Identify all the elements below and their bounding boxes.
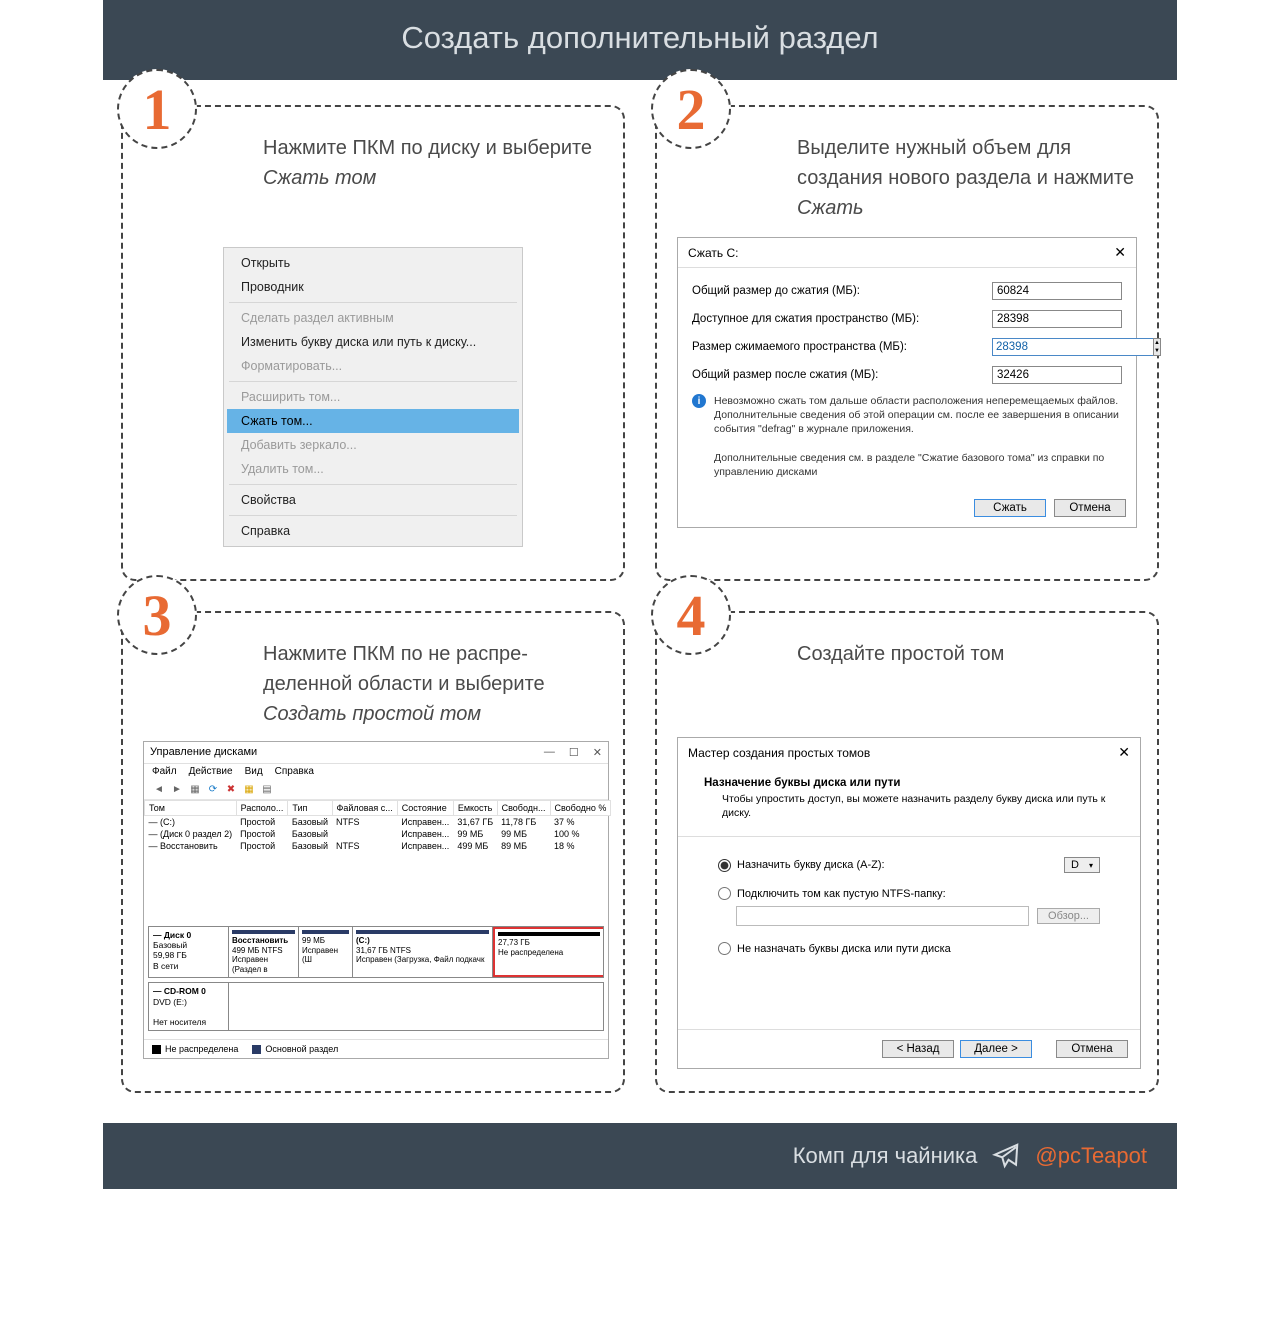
footer-handle[interactable]: @pcTeapot bbox=[1035, 1143, 1147, 1169]
back-icon[interactable]: ◄ bbox=[152, 782, 166, 796]
disk-0-row: — Диск 0 Базовый 59,98 ГБ В сети Восстан… bbox=[148, 926, 604, 978]
context-menu: Открыть Проводник Сделать раздел активны… bbox=[223, 247, 523, 547]
next-button[interactable]: Далее > bbox=[960, 1040, 1032, 1058]
ctx-make-active: Сделать раздел активным bbox=[227, 306, 519, 330]
lbl-total: Общий размер до сжатия (МБ): bbox=[692, 285, 992, 297]
ctx-open[interactable]: Открыть bbox=[227, 251, 519, 275]
wizard-subheading: Чтобы упростить доступ, вы можете назнач… bbox=[722, 793, 1124, 820]
volume-table: Том Располо... Тип Файловая с... Состоян… bbox=[144, 800, 611, 852]
disk-management-window: Управление дисками — ☐ ✕ Файл Действие В… bbox=[143, 741, 609, 1059]
lbl-after: Общий размер после сжатия (МБ): bbox=[692, 369, 992, 381]
back-button[interactable]: < Назад bbox=[882, 1040, 954, 1058]
shrink-input[interactable] bbox=[992, 338, 1153, 356]
menu-file[interactable]: Файл bbox=[152, 766, 177, 777]
ctx-properties[interactable]: Свойства bbox=[227, 488, 519, 512]
step-2-number: 2 bbox=[651, 69, 731, 149]
val-avail bbox=[992, 310, 1122, 328]
info-icon: i bbox=[692, 394, 706, 408]
step-2-desc: Выделите нужный объем для создания новог… bbox=[797, 127, 1137, 223]
wizard-heading: Назначение буквы диска или пути bbox=[704, 777, 1124, 789]
cancel-button[interactable]: Отмена bbox=[1056, 1040, 1128, 1058]
step-1-number: 1 bbox=[117, 69, 197, 149]
step-4-card: 4 Создайте простой том Мастер создания п… bbox=[655, 611, 1159, 1093]
spinner-buttons[interactable]: ▲▼ bbox=[1153, 338, 1161, 356]
ctx-mirror: Добавить зеркало... bbox=[227, 433, 519, 457]
ctx-explorer[interactable]: Проводник bbox=[227, 275, 519, 299]
partition-system[interactable]: 99 МБИсправен (Ш bbox=[299, 927, 353, 977]
shrink-dialog: Сжать C: ✕ Общий размер до сжатия (МБ): … bbox=[677, 237, 1137, 528]
ctx-help[interactable]: Справка bbox=[227, 519, 519, 543]
shrink-button[interactable]: Сжать bbox=[974, 499, 1046, 517]
radio-assign-letter[interactable] bbox=[718, 859, 731, 872]
table-row[interactable]: — (Диск 0 раздел 2)ПростойБазовыйИсправе… bbox=[145, 828, 611, 840]
cdrom-row: — CD-ROM 0 DVD (E:) Нет носителя bbox=[148, 982, 604, 1031]
ctx-shrink[interactable]: Сжать том... bbox=[227, 409, 519, 433]
step-1-card: 1 Нажмите ПКМ по диску и выберите Сжать … bbox=[121, 105, 625, 581]
browse-button[interactable]: Обзор... bbox=[1037, 908, 1100, 924]
table-row[interactable]: — (C:)ПростойБазовыйNTFSИсправен...31,67… bbox=[145, 816, 611, 829]
toolbar: ◄ ► ▦ ⟳ ✖ ▦ ▤ bbox=[144, 779, 608, 800]
step-3-card: 3 Нажмите ПКМ по не распре­деленной обла… bbox=[121, 611, 625, 1093]
stop-icon[interactable]: ✖ bbox=[224, 782, 238, 796]
lbl-avail: Доступное для сжатия пространство (МБ): bbox=[692, 313, 992, 325]
maximize-icon[interactable]: ☐ bbox=[569, 746, 579, 759]
opt2-icon[interactable]: ▤ bbox=[260, 782, 274, 796]
val-after bbox=[992, 366, 1122, 384]
wizard-dialog: Мастер создания простых томов ✕ Назначен… bbox=[677, 737, 1141, 1069]
close-icon[interactable]: ✕ bbox=[593, 746, 602, 759]
drive-letter-select[interactable]: D▾ bbox=[1064, 857, 1100, 873]
info-text-1: Невозможно сжать том дальше области расп… bbox=[714, 394, 1122, 437]
step-4-desc: Создайте простой том bbox=[797, 633, 1137, 723]
ctx-format: Форматировать... bbox=[227, 354, 519, 378]
step-4-number: 4 bbox=[651, 575, 731, 655]
ctx-delete: Удалить том... bbox=[227, 457, 519, 481]
step-1-desc: Нажмите ПКМ по диску и выберите Сжать то… bbox=[263, 127, 603, 217]
cancel-button[interactable]: Отмена bbox=[1054, 499, 1126, 517]
radio-no-letter[interactable] bbox=[718, 942, 731, 955]
menu-action[interactable]: Действие bbox=[189, 766, 233, 777]
table-row[interactable]: — ВосстановитьПростойБазовыйNTFSИсправен… bbox=[145, 840, 611, 852]
radio-mount-folder[interactable] bbox=[718, 887, 731, 900]
opt-icon[interactable]: ▦ bbox=[242, 782, 256, 796]
footer: Комп для чайника @pcTeapot bbox=[103, 1123, 1177, 1189]
close-icon[interactable]: ✕ bbox=[1114, 244, 1126, 261]
legend-unalloc: Не распределена bbox=[152, 1044, 238, 1054]
step-2-card: 2 Выделите нужный объем для создания нов… bbox=[655, 105, 1159, 581]
folder-path-input[interactable] bbox=[736, 906, 1029, 926]
partition-recovery[interactable]: Восстановить499 МБ NTFSИсправен (Раздел … bbox=[229, 927, 299, 977]
telegram-icon bbox=[991, 1141, 1021, 1171]
refresh-icon[interactable]: ⟳ bbox=[206, 782, 220, 796]
footer-text: Комп для чайника bbox=[793, 1143, 978, 1169]
fwd-icon[interactable]: ► bbox=[170, 782, 184, 796]
legend-primary: Основной раздел bbox=[252, 1044, 338, 1054]
close-icon[interactable]: ✕ bbox=[1118, 744, 1130, 761]
dialog-title: Сжать C: bbox=[688, 246, 738, 260]
lbl-shrink: Размер сжимаемого пространства (МБ): bbox=[692, 341, 992, 353]
step-3-desc: Нажмите ПКМ по не распре­деленной област… bbox=[263, 633, 603, 729]
ctx-extend: Расширить том... bbox=[227, 385, 519, 409]
dmgr-title: Управление дисками bbox=[150, 746, 257, 759]
step-3-number: 3 bbox=[117, 575, 197, 655]
view-icon[interactable]: ▦ bbox=[188, 782, 202, 796]
partition-c[interactable]: (C:)31,67 ГБ NTFSИсправен (Загрузка, Фай… bbox=[353, 927, 493, 977]
partition-unallocated[interactable]: 27,73 ГБНе распределена bbox=[493, 927, 603, 977]
val-total bbox=[992, 282, 1122, 300]
minimize-icon[interactable]: — bbox=[544, 746, 555, 759]
menu-help[interactable]: Справка bbox=[275, 766, 314, 777]
wizard-title: Мастер создания простых томов bbox=[688, 746, 870, 760]
menu-view[interactable]: Вид bbox=[245, 766, 263, 777]
info-text-2: Дополнительные сведения см. в разделе "С… bbox=[714, 451, 1122, 479]
page-title: Создать дополнительный раздел bbox=[103, 0, 1177, 80]
ctx-change-letter[interactable]: Изменить букву диска или путь к диску... bbox=[227, 330, 519, 354]
